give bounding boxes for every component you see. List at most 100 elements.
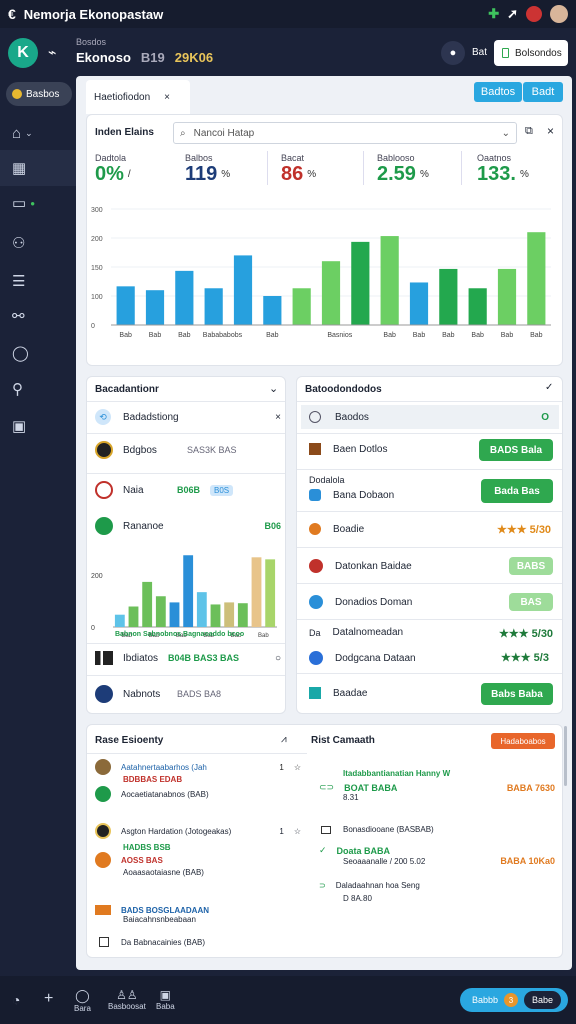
list-item[interactable]: Donadios Doman [309,595,412,609]
close-icon[interactable]: × [275,412,281,423]
row-action-button[interactable]: BADS Bala [479,439,553,461]
x-tick-label: Basnios [327,332,352,339]
export-icon[interactable]: ⧉ [525,125,533,138]
comments-title: Rist Camaath [311,735,375,746]
avatar[interactable] [550,5,568,23]
scrollbar[interactable] [564,726,567,786]
list-item[interactable]: Datonkan Baidae [309,559,412,573]
header-id-a: B19 [140,50,165,65]
sidebar-item-network[interactable]: ⚲ [12,374,52,404]
status-dot-icon: ● [30,198,36,208]
bottom-pill-button[interactable]: Babbb 3 Babe [460,988,568,1012]
edit-icon[interactable]: ⌁ [48,44,56,61]
toggle-icon[interactable]: O [541,412,549,423]
search-input[interactable]: ⌕ Nancoi Hatap ⌄ [173,122,517,144]
bar [196,592,207,627]
user-icon[interactable]: ● [441,41,465,65]
tab-main[interactable]: Haetiofiodon × [86,80,190,114]
comment-item[interactable]: Bonasdiooane (BASBAB) [321,825,434,834]
doc-icon [502,48,509,58]
sidebar-item-doc[interactable]: ▣ [12,411,52,441]
avatar [95,823,111,839]
box-icon [309,443,321,455]
close-icon[interactable]: × [164,92,170,103]
list-item[interactable]: Nabnots BADS BA8 [95,685,221,703]
left-selected-row[interactable]: ⟲ Badadstiong × [95,407,281,427]
bar [263,296,282,325]
info-icon[interactable]: ○ [275,653,281,664]
list-item[interactable]: Naia B06B B0S [95,481,234,499]
rocket-icon[interactable]: ➚ [507,6,518,22]
bar [251,557,262,627]
x-tick-label: Bab [383,332,396,339]
kpi-2: Bacat 86% [281,153,317,185]
list-item[interactable]: Da Datalnomeadan [309,627,403,638]
list-item-sub: Bana Dobaon [309,489,394,501]
list-item[interactable]: Da Babnacainies (BAB) [99,937,205,947]
x-tick-label: Babababobs [203,332,243,339]
sidebar-item-people[interactable]: ⚇ [12,228,52,258]
list-item[interactable]: Baadae [309,687,367,699]
chart-icon [95,517,113,535]
calendar-icon: ▦ [12,160,27,177]
sidebar-item-inbox[interactable]: ▭ ● [12,188,52,218]
left-panel: Bacadantionr ⌄ ⟲ Badadstiong × Bdgbos SA… [86,376,286,714]
sidebar-item-list[interactable]: ☰ [12,266,52,296]
list-item[interactable]: Rananoe B06 [95,517,281,535]
bar [114,614,125,627]
rating-stars: ★★★ 5/3 [501,652,549,664]
group-icon: ♙♙ [116,988,138,1002]
row-action-button[interactable]: Babs Baba [481,683,553,705]
row-action-button[interactable]: BAS [509,593,553,611]
right-selected-row[interactable]: Baodos O [301,405,559,429]
list-item[interactable]: BADS BOSGLAADAAN Baiacahnsnbeabaan [95,905,301,924]
top-button-a[interactable]: Badtos [474,82,522,102]
search-icon: ⌕ [180,127,186,139]
comment-item[interactable]: ✓ Doata BABA Seoaaanalle / 200 5.02 BABA 1… [319,845,555,866]
page-title: Ekonoso [76,50,131,65]
list-item[interactable]: Ibdiatos B04B BAS3 BAS ○ [95,651,281,665]
chevron-down-icon[interactable]: ⌄ [502,128,510,139]
user-button[interactable]: Bat [472,47,487,58]
bottom-item[interactable]: ▣ Baba [156,988,175,1011]
trend-icon[interactable]: ⩘ [281,734,287,745]
x-tick-label: Bab [119,332,132,339]
add-icon[interactable]: + [44,990,53,1008]
bar [265,559,276,627]
sidebar-item-calendar[interactable]: ▦ [12,153,52,183]
sidebar-item-chat[interactable]: ◯ [12,338,52,368]
row-action-button[interactable]: BABS [509,557,553,575]
link-icon: ⊂⊃ [319,782,335,792]
list-item[interactable]: Aatahnertaabarhos (Jah 1 ☆ BDBBAS EDAB Aoc… [95,759,301,802]
clock-icon[interactable]: ◔ [12,992,20,1008]
star-icon[interactable]: ☆ [294,827,301,836]
close-icon[interactable]: × [547,124,554,138]
chevron-down-icon[interactable]: ⌄ [269,382,278,395]
list-item[interactable]: Asgton Hardation (Jotogeakas) 1 ☆ HADBS BS… [95,823,301,877]
sidebar-item-home[interactable]: ⌂ ⌄ [12,118,52,148]
list-item[interactable]: Dodgcana Dataan [309,651,416,665]
food-icon [309,559,323,573]
notification-icon[interactable] [526,6,542,22]
x-tick-label: Bab [413,332,426,339]
sidebar-item-team[interactable]: ⚯ [12,301,52,331]
sidebar-top-badge[interactable]: Basbos [6,82,72,106]
comment-item[interactable]: ⊃ Daladaahnan hoa Seng D 8A.80 [319,881,555,903]
list-item[interactable]: Dodalola [309,475,345,485]
bottom-item[interactable]: ♙♙ Basboosat [108,988,146,1011]
list-item[interactable]: Bdgbos SAS3K BAS [95,441,237,459]
puzzle-icon[interactable]: ✚ [488,6,499,22]
x-tick-label: Bab [442,332,455,339]
bar [210,604,221,627]
comment-item[interactable]: Itadabbantianatian Hanny W ⊂⊃ BOAT BABA BA… [319,769,555,802]
row-action-button[interactable]: Bada Bas [481,479,553,503]
list-item[interactable]: Boadie [309,523,364,535]
rating-stars: ★★★ 5/30 [497,524,552,536]
star-icon[interactable]: ☆ [294,763,301,772]
check-icon[interactable]: ✓ [545,382,553,393]
comments-button[interactable]: Hadaboabos [491,733,555,749]
list-item[interactable]: Baen Dotlos [309,443,387,455]
bottom-item[interactable]: ◯ Bara [74,988,91,1013]
action-button[interactable]: Bolsondos [494,40,568,66]
top-button-b[interactable]: Badt [523,82,563,102]
